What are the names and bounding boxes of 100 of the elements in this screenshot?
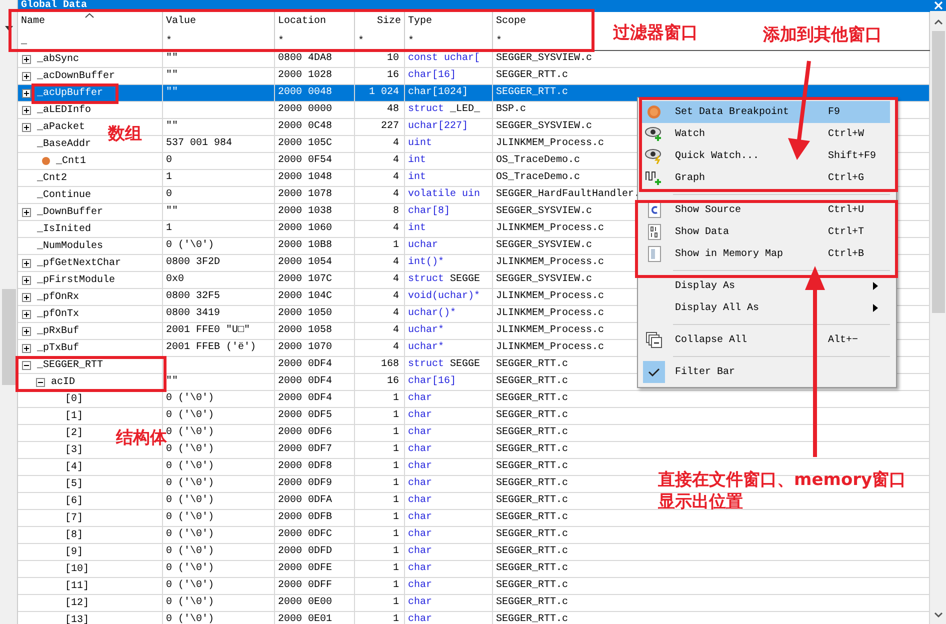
type-name: char <box>408 512 432 523</box>
expand-icon[interactable] <box>22 122 31 132</box>
variable-name: [4] <box>65 462 84 472</box>
expand-icon[interactable] <box>22 208 31 216</box>
expand-icon[interactable] <box>22 292 31 302</box>
column-header[interactable]: Name <box>18 12 163 32</box>
variable-name: _pRxBuf <box>37 326 80 336</box>
table-cell: BSP.c <box>496 104 526 115</box>
filter-field[interactable]: * <box>408 36 414 47</box>
filter-field[interactable]: _ <box>21 36 28 47</box>
table-cell: "" <box>166 121 178 132</box>
table-cell: 0 ('\0') <box>166 614 214 624</box>
table-cell: 2000 0DFA <box>278 495 332 506</box>
menu-item[interactable]: Filter Bar <box>640 361 890 383</box>
variable-name: [0] <box>65 394 84 404</box>
menu-item[interactable]: Watch Ctrl+W <box>640 123 890 145</box>
expand-icon[interactable] <box>22 72 31 80</box>
expand-icon[interactable] <box>22 88 31 98</box>
type-name: char[16] <box>408 376 456 387</box>
menu-item[interactable]: Graph Ctrl+G <box>640 167 890 189</box>
menu-item[interactable]: Display All As <box>640 297 890 319</box>
expand-icon[interactable] <box>22 310 31 318</box>
filter-field[interactable]: * <box>496 36 502 47</box>
menu-item[interactable]: Show in Memory Map Ctrl+B <box>640 243 890 265</box>
type-name: char <box>408 393 432 404</box>
table-cell: 1 <box>392 580 399 591</box>
table-cell: 4 <box>392 189 399 200</box>
type-name: uchar[227] <box>408 121 468 132</box>
menu-item[interactable]: Show Data Ctrl+T <box>640 221 890 243</box>
table-cell: 0 ('\0') <box>166 580 214 591</box>
expand-icon[interactable] <box>22 106 31 114</box>
type-name: char[8] <box>408 206 450 217</box>
expand-icon[interactable] <box>22 326 31 336</box>
scroll-up-icon[interactable] <box>934 19 942 25</box>
variable-name: [5] <box>65 478 84 490</box>
table-cell: 2000 107C <box>278 274 332 285</box>
variable-name: _IsInited <box>37 224 92 234</box>
column-header[interactable]: Value <box>163 12 275 32</box>
table-cell: SEGGER_RTT.c <box>496 614 568 624</box>
type-name: uchar <box>408 240 438 251</box>
table-cell: 0 ('\0') <box>166 563 214 574</box>
annotation-text: 数组 <box>108 123 142 145</box>
expand-icon[interactable] <box>22 344 31 352</box>
table-cell: 1 <box>392 512 399 523</box>
table-cell: SEGGER_SYSVIEW.c <box>496 240 592 251</box>
scroll-down-icon[interactable] <box>934 612 942 618</box>
table-cell: SEGGER_RTT.c <box>496 427 568 438</box>
collapse-icon[interactable] <box>22 360 31 370</box>
table-cell: SEGGER_RTT.c <box>496 529 568 540</box>
table-cell: 0800 3F2D <box>166 257 220 268</box>
expand-icon[interactable] <box>22 276 31 284</box>
type-name: char <box>408 614 432 624</box>
keyboard-shortcut: Ctrl+W <box>828 128 866 140</box>
menu-item[interactable]: Display As <box>640 275 890 297</box>
table-cell: SEGGER_HardFaultHandler. <box>496 189 640 200</box>
type-name: char <box>408 563 432 574</box>
table-cell: 10 <box>386 53 399 64</box>
table-cell: JLINKMEM_Process.c <box>496 291 604 302</box>
table-cell: 2000 0DF8 <box>278 461 332 472</box>
column-header[interactable]: Type <box>405 12 493 32</box>
filter-field[interactable]: * <box>278 36 284 47</box>
table-cell: 1 <box>392 478 399 489</box>
filter-field[interactable]: * <box>358 36 364 47</box>
menu-item[interactable]: Set Data Breakpoint F9 <box>640 101 890 123</box>
expand-icon[interactable] <box>22 54 31 64</box>
submenu-arrow-icon <box>873 304 878 312</box>
table-cell: 2000 1048 <box>278 172 332 183</box>
table-cell: 2000 10B8 <box>278 240 332 251</box>
menu-item[interactable]: Quick Watch... Shift+F9 <box>640 145 890 167</box>
variable-name: [9] <box>65 546 84 558</box>
table-cell: SEGGER_RTT.c <box>496 580 568 591</box>
table-cell: 2000 0DF5 <box>278 410 332 421</box>
filter-field[interactable]: * <box>166 36 172 47</box>
table-cell: 4 <box>392 172 399 183</box>
expand-icon[interactable] <box>22 258 31 268</box>
annotation-text: 直接在文件窗口、memory窗口 显示出位置 <box>658 469 906 513</box>
dropdown-caret-icon[interactable] <box>4 26 12 31</box>
close-icon[interactable] <box>934 1 942 10</box>
table-cell: 2000 0DF9 <box>278 478 332 489</box>
type-name: char <box>408 546 432 557</box>
column-header[interactable]: Location <box>275 12 355 32</box>
column-header[interactable]: Size <box>355 12 405 32</box>
table-cell: 1 <box>392 444 399 455</box>
variable-name: _pFirstModule <box>37 274 116 286</box>
table-cell: 1 <box>392 529 399 540</box>
table-cell: 0 ('\0') <box>166 461 214 472</box>
menu-item[interactable]: Show Source Ctrl+U <box>640 199 890 221</box>
scrollbar-thumb[interactable] <box>932 31 944 313</box>
scrollbar-thumb[interactable] <box>2 289 16 385</box>
table-cell: SEGGER_RTT.c <box>496 546 568 557</box>
table-cell: 0 ('\0') <box>166 495 214 506</box>
type-name: char <box>408 495 432 506</box>
variable-name: _pfOnTx <box>37 308 80 320</box>
table-cell: 1 <box>392 427 399 438</box>
table-cell: 0 <box>166 155 172 166</box>
variable-name: [13] <box>65 614 90 624</box>
collapse-icon[interactable] <box>36 378 45 386</box>
table-cell: 2000 0F54 <box>278 155 332 166</box>
table-cell: SEGGER_RTT.c <box>496 461 568 472</box>
menu-item[interactable]: Collapse All Alt+− <box>640 329 890 351</box>
